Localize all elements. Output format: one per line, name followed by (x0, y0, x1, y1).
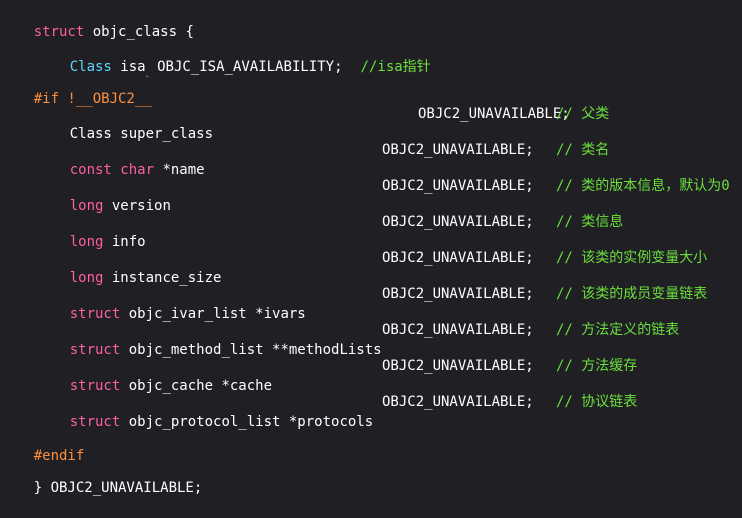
availability-macro: OBJC2_UNAVAILABLE; (382, 178, 534, 194)
code-text: OBJC_ISA_AVAILABILITY; (148, 59, 343, 75)
availability-macro: OBJC2_UNAVAILABLE; (382, 214, 534, 230)
code-line-field: const char *name OBJC2_UNAVAILABLE; // 类… (36, 140, 742, 178)
field-declaration: objc_protocol_list *protocols (120, 414, 374, 430)
comment: // 类的版本信息，默认为0 (556, 178, 730, 194)
code-line-field: struct objc_method_list **methodLists OB… (36, 320, 742, 358)
comment: // 方法定义的链表 (556, 322, 680, 338)
availability-macro: OBJC2_UNAVAILABLE; (382, 286, 534, 302)
code-line-2: Class isa‸ OBJC_ISA_AVAILABILITY;//isa指针 (36, 37, 431, 78)
code-line-1: struct objc_class { (0, 2, 194, 40)
availability-macro: OBJC2_UNAVAILABLE; (382, 142, 534, 158)
code-line-field: struct objc_ivar_list *ivars OBJC2_UNAVA… (36, 284, 742, 322)
code-line-14: } OBJC2_UNAVAILABLE; (0, 458, 203, 496)
comment: //isa指针 (360, 59, 431, 75)
code-line-field: long info OBJC2_UNAVAILABLE; // 类信息 (36, 212, 742, 250)
code-line-field: long version OBJC2_UNAVAILABLE; // 类的版本信… (36, 176, 742, 214)
code-line-field: Class super_class OBJC2_UNAVAILABLE; // … (36, 104, 742, 142)
code-line-13: #endif (0, 426, 85, 464)
availability-macro: OBJC2_UNAVAILABLE; (382, 322, 534, 338)
code-line-field: struct objc_protocol_list *protocols OBJ… (36, 392, 742, 430)
code-editor[interactable]: struct objc_class { Class isa‸ OBJC_ISA_… (0, 0, 742, 496)
comment: // 方法缓存 (556, 358, 638, 374)
code-text: } OBJC2_UNAVAILABLE; (33, 480, 203, 496)
availability-macro: OBJC2_UNAVAILABLE; (418, 106, 570, 122)
comment: // 父类 (556, 106, 610, 122)
comment: // 类信息 (556, 214, 624, 230)
comment: // 协议链表 (556, 394, 638, 410)
code-line-field: struct objc_cache *cache OBJC2_UNAVAILAB… (36, 356, 742, 394)
comment: // 该类的实例变量大小 (556, 250, 708, 266)
availability-macro: OBJC2_UNAVAILABLE; (382, 358, 534, 374)
comment: // 该类的成员变量链表 (556, 286, 708, 302)
comment: // 类名 (556, 142, 610, 158)
availability-macro: OBJC2_UNAVAILABLE; (382, 394, 534, 410)
code-line-3: #if !__OBJC2__ (0, 69, 152, 107)
availability-macro: OBJC2_UNAVAILABLE; (382, 250, 534, 266)
code-line-field: long instance_size OBJC2_UNAVAILABLE; //… (36, 248, 742, 286)
